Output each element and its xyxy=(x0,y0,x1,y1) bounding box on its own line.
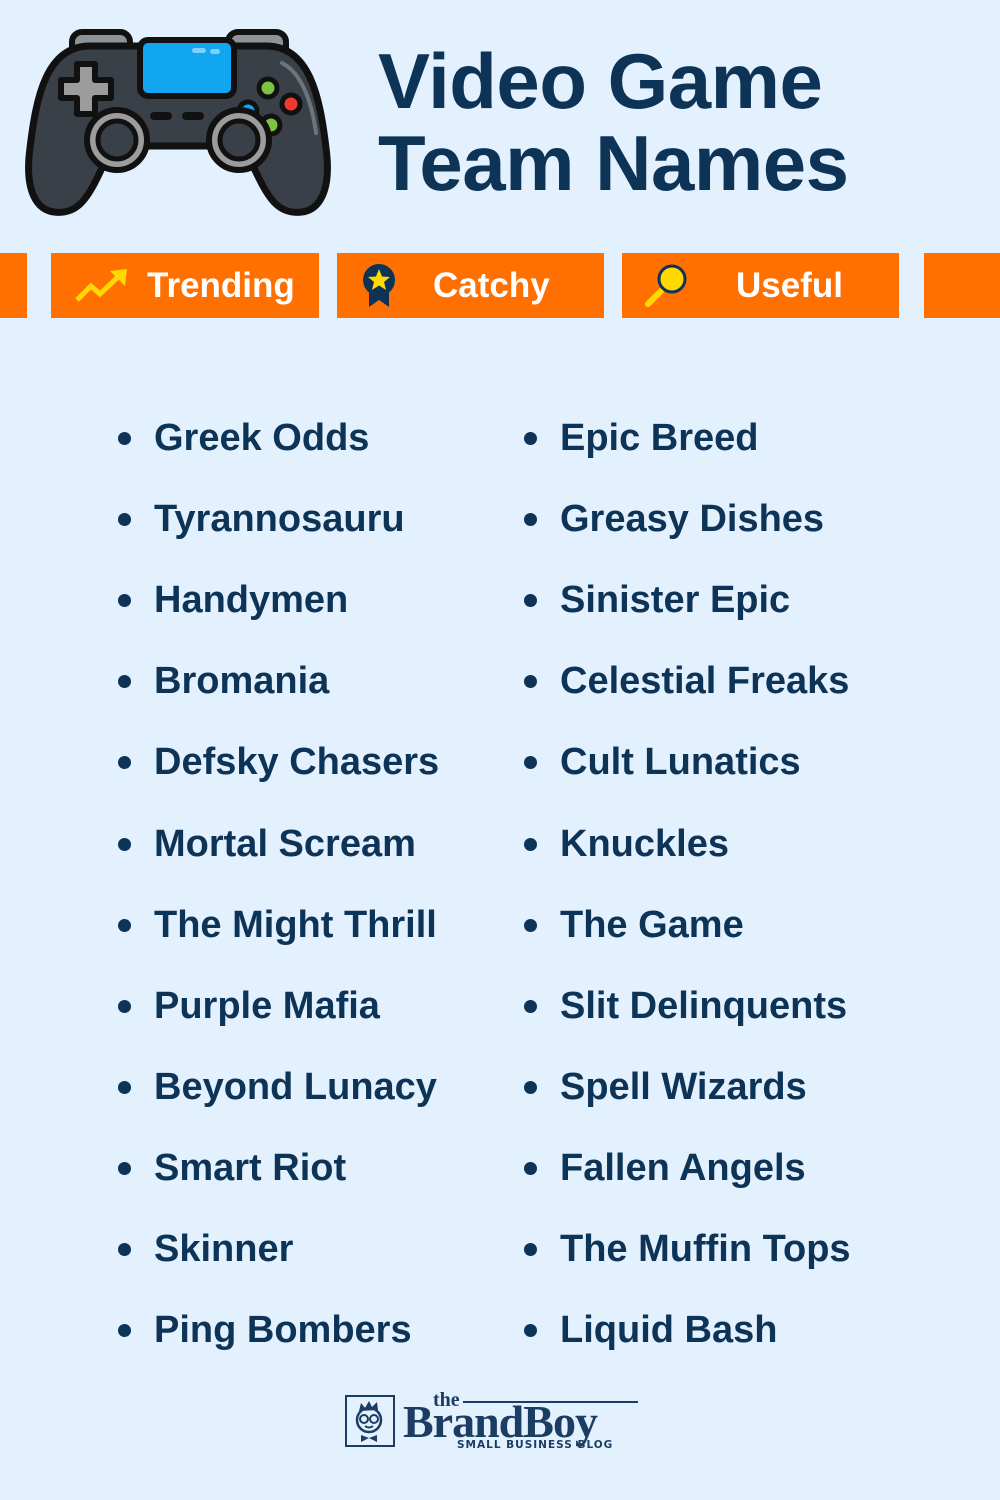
page-title-line-1: Video Game xyxy=(378,37,823,125)
tab-catchy-label: Catchy xyxy=(433,265,550,305)
list-item: Slit Delinquents xyxy=(524,966,851,1047)
bullet-icon xyxy=(524,432,537,446)
list-item: Smart Riot xyxy=(118,1128,439,1209)
list-item: The Might Thrill xyxy=(118,885,439,966)
bullet-icon xyxy=(118,594,131,608)
team-name: Fallen Angels xyxy=(560,1146,806,1189)
brandboy-mascot-icon xyxy=(345,1395,395,1447)
list-item: Ping Bombers xyxy=(118,1290,439,1371)
bullet-icon xyxy=(118,1242,131,1256)
list-item: Handymen xyxy=(118,560,439,641)
list-item: Celestial Freaks xyxy=(524,641,851,722)
bullet-icon xyxy=(524,594,537,608)
tab-trending-label: Trending xyxy=(147,265,295,305)
bullet-icon xyxy=(118,513,131,527)
list-item: Sinister Epic xyxy=(524,560,851,641)
tab-trending[interactable]: Trending xyxy=(51,253,319,318)
team-name: Bromania xyxy=(154,660,330,703)
category-tab-bar: Trending Catchy Useful xyxy=(0,253,1000,318)
trending-up-arrow-icon xyxy=(75,268,127,302)
list-item: Skinner xyxy=(118,1209,439,1290)
list-item: The Muffin Tops xyxy=(524,1209,851,1290)
team-names-list-right: Epic Breed Greasy Dishes Sinister Epic C… xyxy=(524,398,851,1371)
team-name: Sinister Epic xyxy=(560,579,791,622)
team-name: Celestial Freaks xyxy=(560,660,850,703)
tab-useful[interactable]: Useful xyxy=(622,253,899,318)
gamepad-controller-icon xyxy=(25,29,331,216)
team-name: Epic Breed xyxy=(560,417,759,460)
bullet-icon xyxy=(118,756,131,770)
team-name: The Game xyxy=(560,903,744,946)
page-title: Video Game Team Names xyxy=(378,37,849,207)
team-name: Ping Bombers xyxy=(154,1309,412,1352)
list-item: Spell Wizards xyxy=(524,1047,851,1128)
team-name: Cult Lunatics xyxy=(560,741,801,784)
list-item: Cult Lunatics xyxy=(524,722,851,803)
bullet-icon xyxy=(118,918,131,932)
bullet-icon xyxy=(524,1080,537,1094)
bullet-icon xyxy=(118,1324,131,1338)
team-name: Knuckles xyxy=(560,822,729,865)
team-name: Tyrannosauru xyxy=(154,498,405,541)
team-name: Greasy Dishes xyxy=(560,498,825,541)
list-item: Fallen Angels xyxy=(524,1128,851,1209)
team-name: The Might Thrill xyxy=(154,903,437,946)
list-item: Liquid Bash xyxy=(524,1290,851,1371)
bullet-icon xyxy=(118,1161,131,1175)
team-name: Smart Riot xyxy=(154,1146,347,1189)
brandboy-logo[interactable]: the BrandBoy SMALL BUSINESS BLOG xyxy=(343,1389,643,1454)
team-name: Beyond Lunacy xyxy=(154,1065,437,1108)
tab-bar-edge-left xyxy=(0,253,27,318)
tab-bar-edge-right xyxy=(924,253,1000,318)
tab-catchy[interactable]: Catchy xyxy=(337,253,604,318)
magnifying-glass-icon xyxy=(645,264,687,307)
team-name: Skinner xyxy=(154,1227,294,1270)
list-item: Epic Breed xyxy=(524,398,851,479)
team-name: Spell Wizards xyxy=(560,1065,807,1108)
bullet-icon xyxy=(118,675,131,689)
team-name: Defsky Chasers xyxy=(154,741,440,784)
list-item: Beyond Lunacy xyxy=(118,1047,439,1128)
team-name: Liquid Bash xyxy=(560,1309,778,1352)
bullet-icon xyxy=(118,432,131,446)
list-item: The Game xyxy=(524,885,851,966)
team-names-list-left: Greek Odds Tyrannosauru Handymen Bromani… xyxy=(118,398,439,1371)
tab-useful-label: Useful xyxy=(736,265,843,305)
logo-tagline: SMALL BUSINESS BLOG xyxy=(457,1439,614,1451)
list-item: Greek Odds xyxy=(118,398,439,479)
team-name: Handymen xyxy=(154,579,349,622)
list-item: Bromania xyxy=(118,641,439,722)
award-ribbon-star-icon xyxy=(363,263,395,307)
team-name: Purple Mafia xyxy=(154,984,380,1027)
list-item: Tyrannosauru xyxy=(118,479,439,560)
team-name: The Muffin Tops xyxy=(560,1227,851,1270)
bullet-icon xyxy=(524,756,537,770)
bullet-icon xyxy=(524,999,537,1013)
bullet-icon xyxy=(524,513,537,527)
bullet-icon xyxy=(118,999,131,1013)
team-name: Greek Odds xyxy=(154,417,370,460)
bullet-icon xyxy=(524,675,537,689)
bullet-icon xyxy=(524,918,537,932)
list-item: Purple Mafia xyxy=(118,966,439,1047)
bullet-icon xyxy=(118,1080,131,1094)
bullet-icon xyxy=(524,1242,537,1256)
list-item: Knuckles xyxy=(524,803,851,884)
list-item: Greasy Dishes xyxy=(524,479,851,560)
list-item: Mortal Scream xyxy=(118,803,439,884)
team-name: Slit Delinquents xyxy=(560,984,848,1027)
team-name: Mortal Scream xyxy=(154,822,416,865)
bullet-icon xyxy=(524,1324,537,1338)
list-item: Defsky Chasers xyxy=(118,722,439,803)
bullet-icon xyxy=(524,1161,537,1175)
bullet-icon xyxy=(524,837,537,851)
bullet-icon xyxy=(118,837,131,851)
page-title-line-2: Team Names xyxy=(378,119,849,207)
